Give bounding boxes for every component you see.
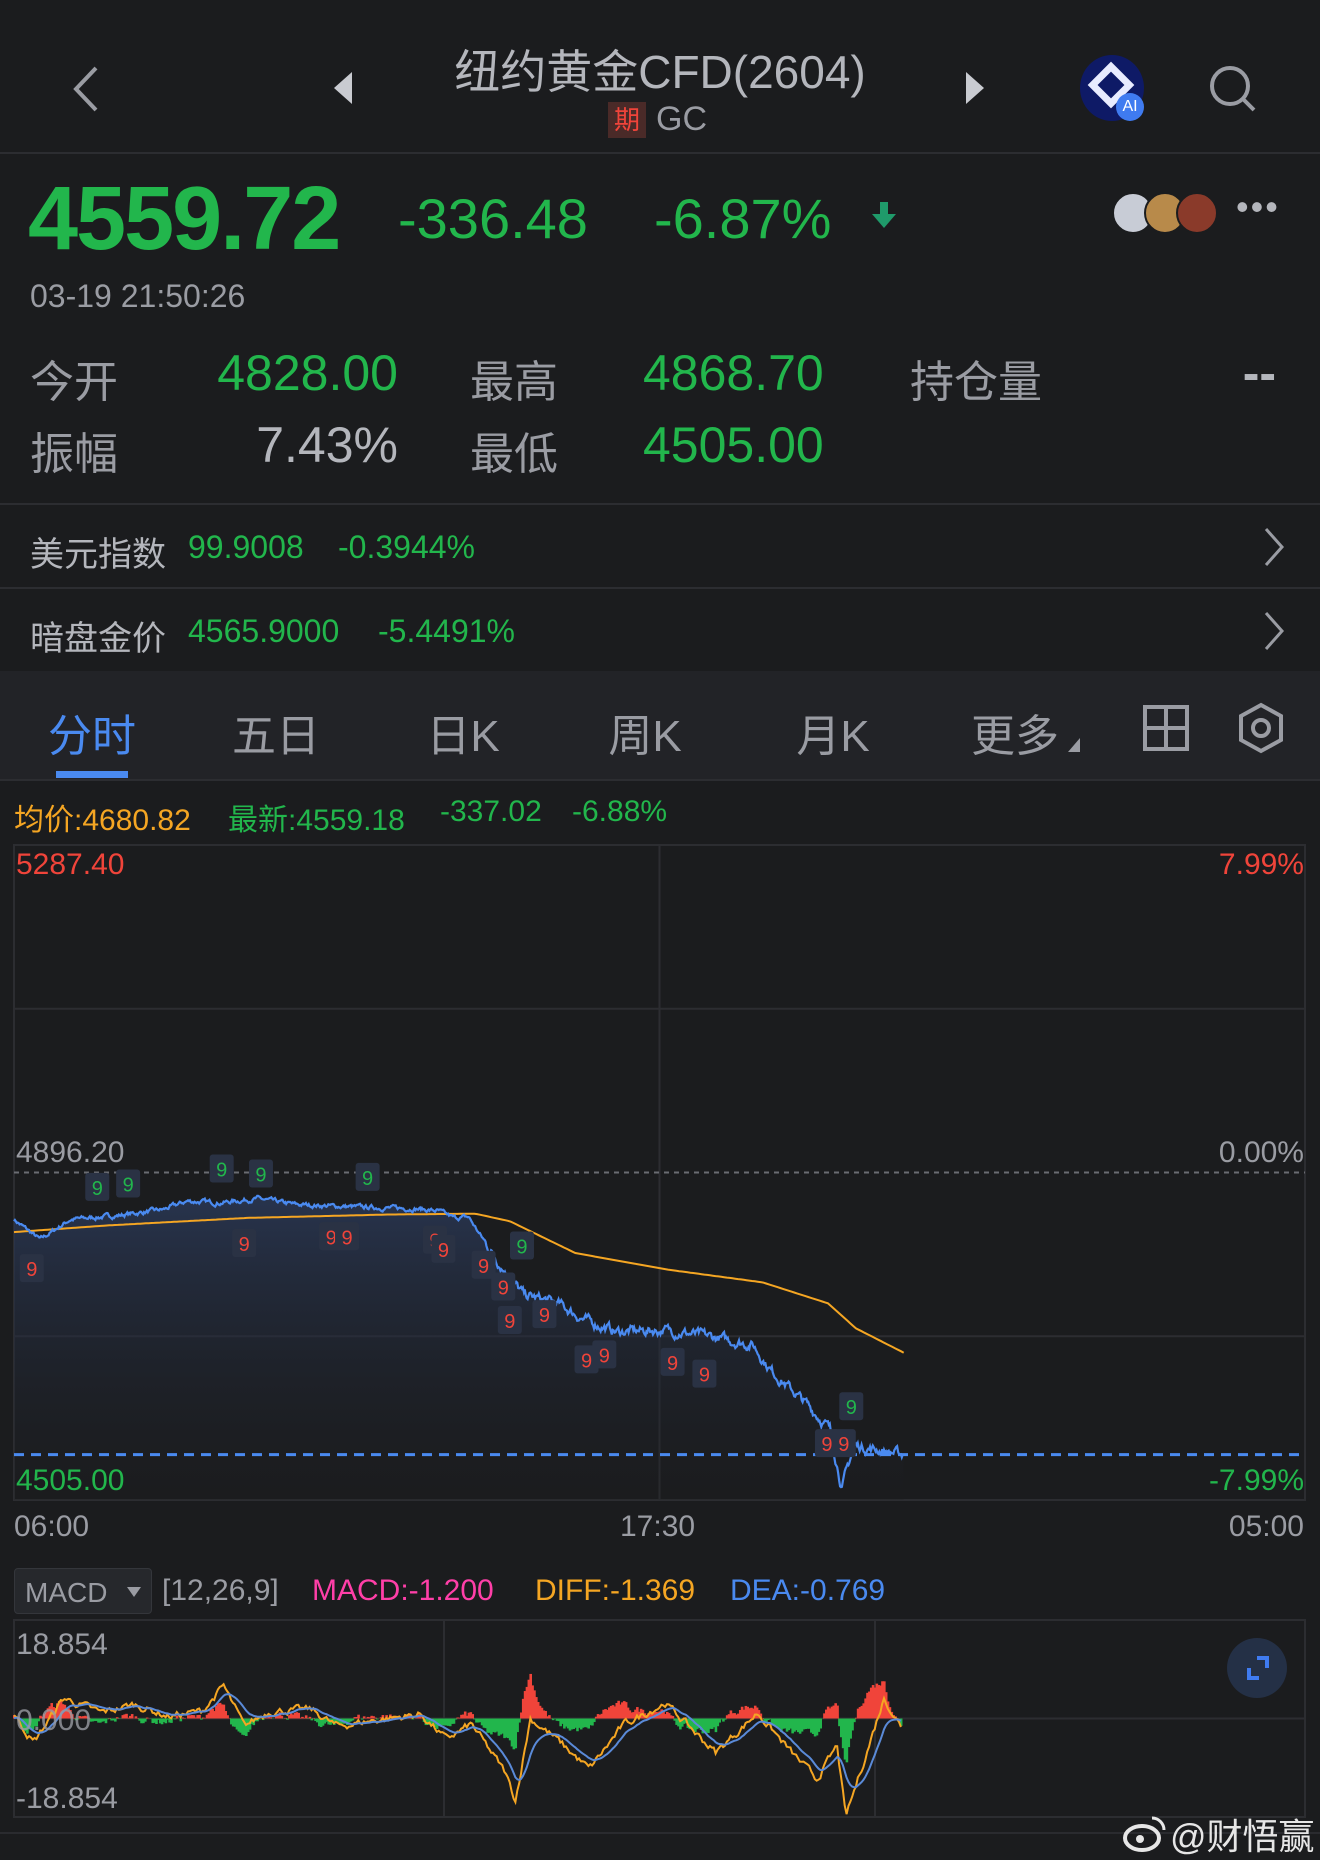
expand-icon (1227, 1638, 1287, 1698)
macd-histogram-bar (518, 1719, 521, 1723)
macd-histogram-bar (174, 1719, 177, 1720)
macd-histogram-bar (226, 1715, 229, 1718)
macd-histogram-bar (286, 1719, 289, 1720)
macd-label-bottom: -18.854 (16, 1782, 118, 1816)
macd-histogram-bar (281, 1716, 284, 1719)
macd-histogram-bar (200, 1719, 203, 1720)
macd-histogram-bar (374, 1718, 377, 1719)
macd-histogram-bar (819, 1719, 822, 1729)
expand-chart-button[interactable] (1227, 1638, 1287, 1698)
macd-histogram-bar (108, 1718, 111, 1719)
macd-histogram-bar (724, 1719, 727, 1720)
macd-histogram-bar (116, 1717, 119, 1718)
macd-histogram-bar (672, 1716, 675, 1718)
macd-histogram-bar (180, 1719, 183, 1722)
macd-chart[interactable] (0, 0, 1320, 1859)
macd-histogram-bar (310, 1719, 313, 1721)
macd-histogram-bar (548, 1715, 551, 1718)
macd-histogram-bar (455, 1719, 458, 1720)
macd-histogram-bar (269, 1717, 272, 1718)
dea-line (14, 1694, 901, 1787)
macd-histogram-bar (198, 1715, 201, 1719)
macd-label-top: 18.854 (16, 1628, 108, 1662)
macd-histogram-bar (376, 1719, 379, 1720)
macd-histogram-bar (107, 1719, 110, 1720)
macd-histogram-bar (284, 1718, 287, 1719)
watermark: @财悟赢 (1170, 1808, 1315, 1860)
macd-histogram-bar (183, 1718, 186, 1719)
macd-histogram-bar (297, 1713, 300, 1719)
macd-histogram-bar (361, 1719, 364, 1720)
weibo-logo-icon (1122, 1812, 1168, 1852)
macd-histogram-bar (131, 1714, 134, 1718)
macd-histogram-bar (176, 1716, 179, 1719)
macd-histogram-bar (357, 1715, 360, 1719)
macd-histogram-bar (309, 1717, 312, 1719)
macd-histogram-bar (853, 1719, 856, 1723)
macd-histogram-bar (593, 1719, 596, 1723)
macd-histogram-bar (114, 1719, 117, 1722)
macd-histogram-bar (836, 1706, 839, 1719)
macd-label-zero: 0.000 (16, 1704, 91, 1738)
macd-histogram-bar (412, 1719, 415, 1720)
macd-histogram-bar (471, 1714, 474, 1718)
macd-histogram-bar (305, 1715, 308, 1718)
macd-histogram-bar (352, 1719, 355, 1721)
diff-line (14, 1684, 901, 1814)
macd-histogram-bar (144, 1719, 147, 1722)
